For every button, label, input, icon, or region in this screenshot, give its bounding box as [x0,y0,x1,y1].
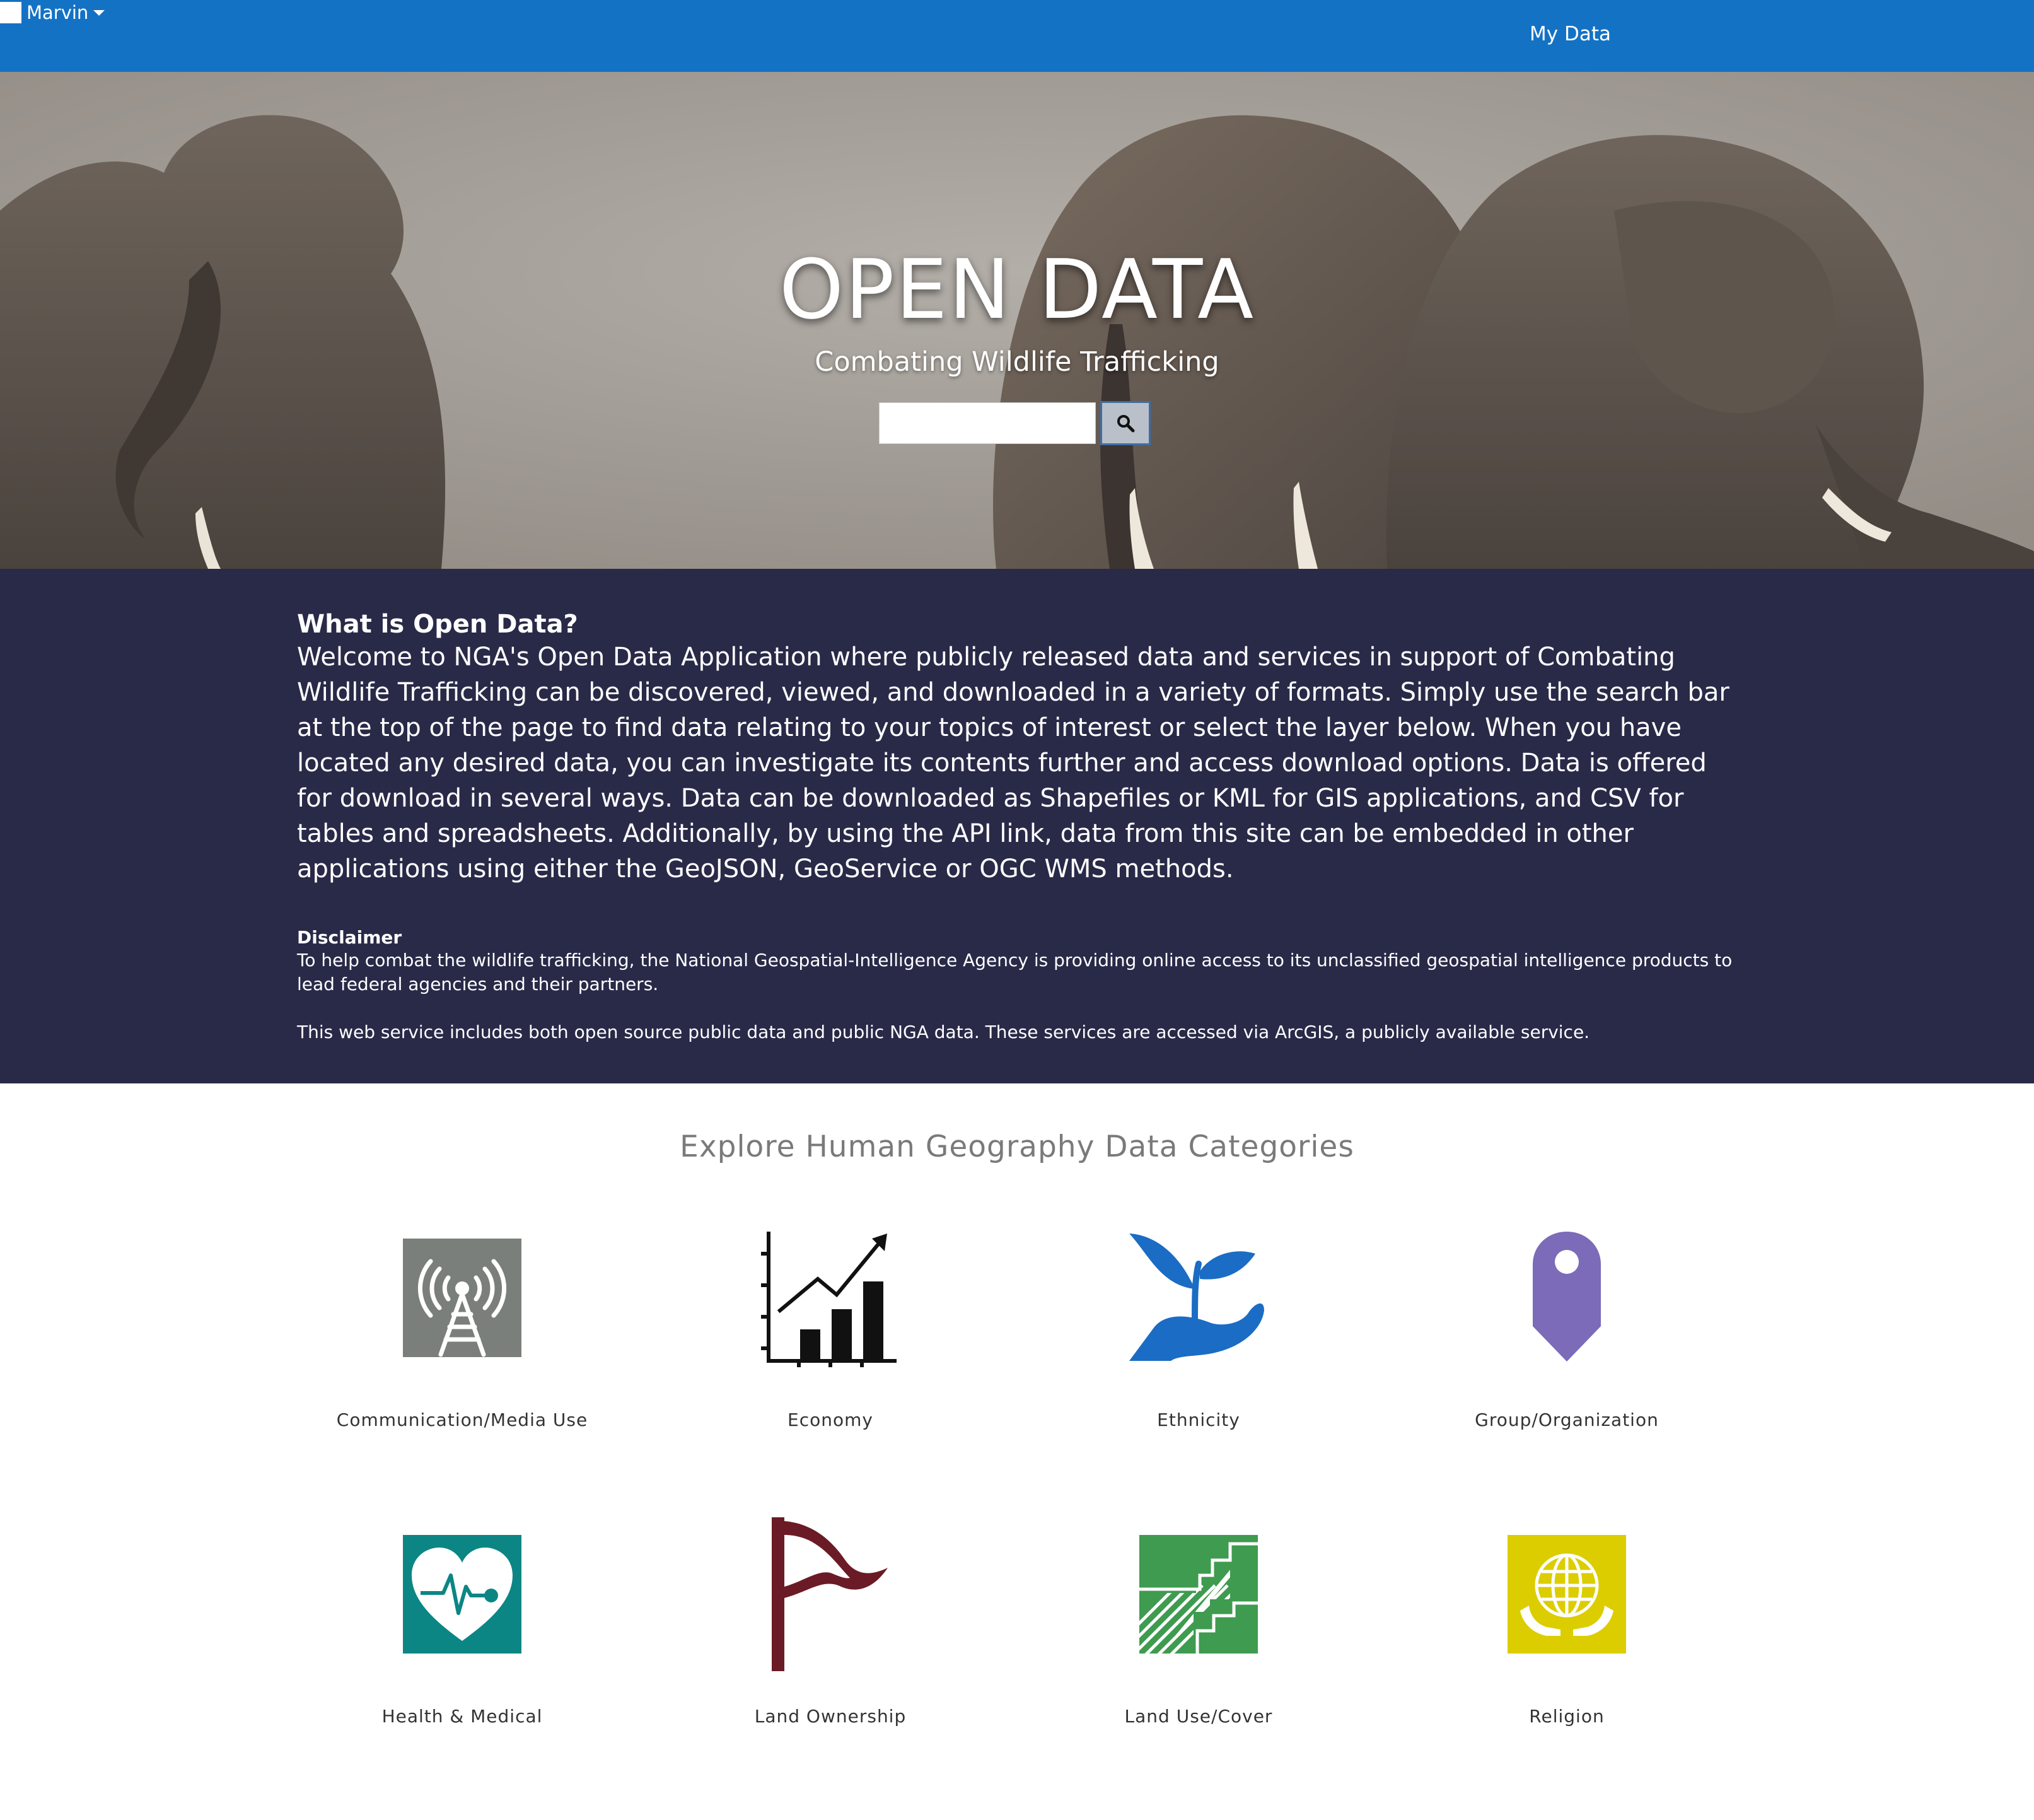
user-menu[interactable]: Marvin [0,0,2034,25]
disclaimer-note: This web service includes both open sour… [297,1022,1590,1042]
search-input[interactable] [879,402,1096,444]
growth-chart-icon [646,1216,1014,1380]
about-body: Welcome to NGA's Open Data Application w… [297,643,1729,884]
category-label: Group/Organization [1475,1409,1659,1430]
hero-title: OPEN DATA [779,242,1255,337]
heart-pulse-icon [278,1512,646,1676]
avatar [0,2,21,23]
categories-title: Explore Human Geography Data Categories [680,1129,1354,1164]
globe-hands-icon [1383,1512,1751,1676]
category-label: Land Ownership [754,1706,907,1727]
category-land-ownership[interactable]: Land Ownership [646,1512,1014,1739]
category-land-use-cover[interactable]: Land Use/Cover [1014,1512,1383,1739]
search-icon [1117,415,1135,433]
user-name: Marvin [26,2,89,23]
search-button[interactable] [1100,401,1151,445]
hero-banner: OPEN DATA Combating Wildlife Trafficking [0,72,2034,569]
category-label: Economy [787,1409,873,1430]
category-economy[interactable]: Economy [646,1216,1014,1443]
category-ethnicity[interactable]: Ethnicity [1014,1216,1383,1443]
category-label: Land Use/Cover [1124,1706,1273,1727]
chevron-down-icon [93,9,105,16]
category-communication-media-use[interactable]: Communication/Media Use [278,1216,646,1443]
category-health-medical[interactable]: Health & Medical [278,1512,646,1739]
about-heading: What is Open Data? [297,610,578,639]
disclaimer-body: To help combat the wildlife trafficking,… [297,950,1733,995]
category-group-organization[interactable]: Group/Organization [1383,1216,1751,1443]
radio-tower-icon [278,1216,646,1380]
disclaimer-heading: Disclaimer [297,927,402,948]
top-nav-bar: My Data Marvin [0,0,2034,72]
about-section: What is Open Data? Welcome to NGA's Open… [0,569,2034,1083]
hand-sprout-icon [1014,1216,1383,1380]
category-label: Religion [1529,1706,1605,1727]
category-label: Communication/Media Use [336,1409,588,1430]
hero-subtitle: Combating Wildlife Trafficking [815,346,1219,378]
category-label: Health & Medical [381,1706,543,1727]
map-pin-icon [1383,1216,1751,1380]
flag-icon [646,1512,1014,1676]
land-parcel-icon [1014,1512,1383,1676]
category-label: Ethnicity [1157,1409,1240,1430]
category-religion[interactable]: Religion [1383,1512,1751,1739]
my-data-link[interactable]: My Data [1530,21,1611,47]
